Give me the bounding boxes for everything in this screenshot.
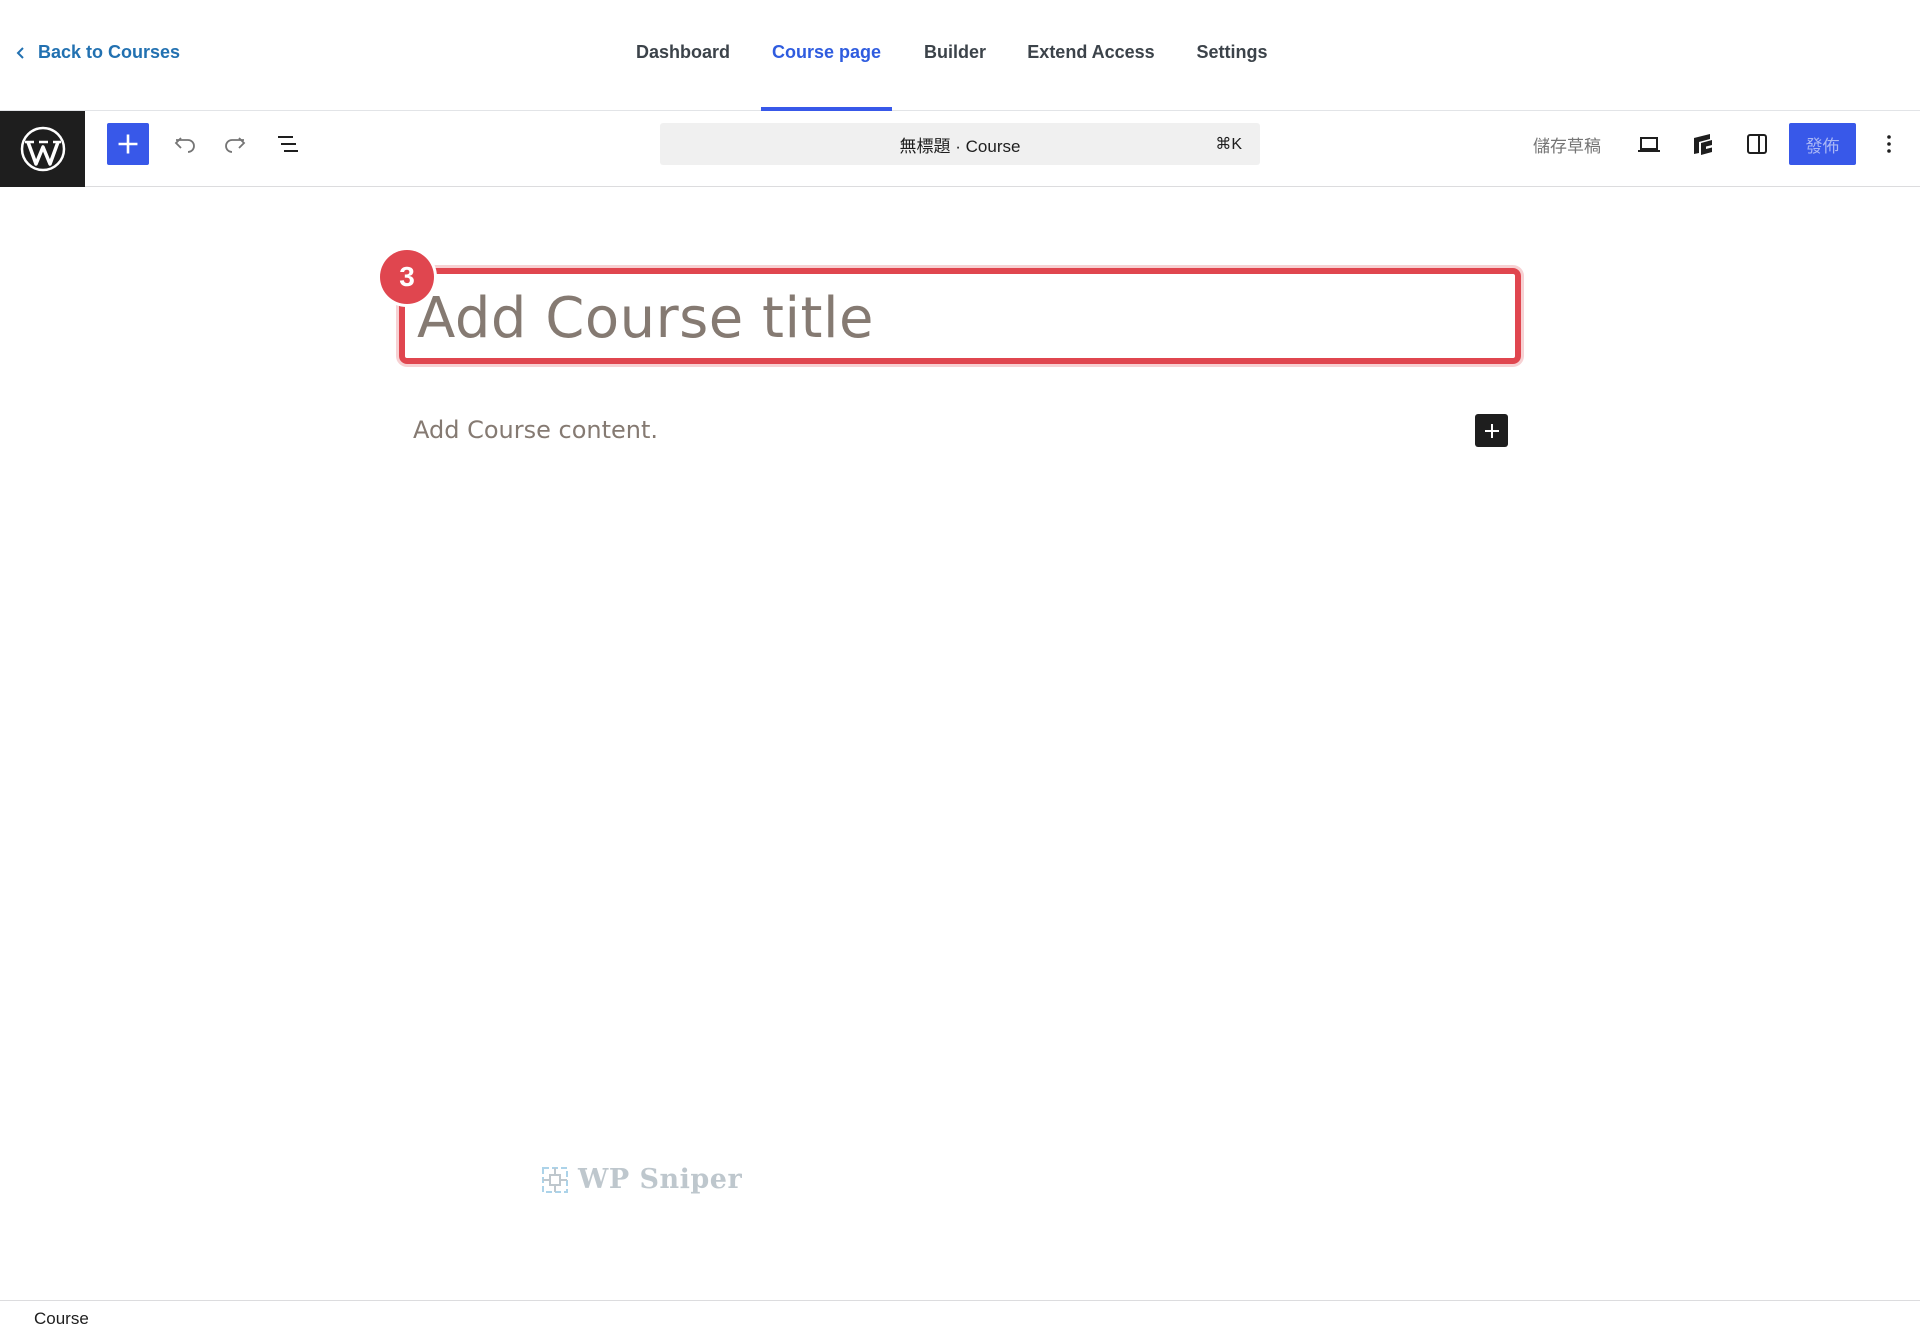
course-content-placeholder[interactable]: Add Course content. (413, 416, 1113, 452)
tab-dashboard[interactable]: Dashboard (623, 0, 743, 111)
step-number-badge: 3 (380, 250, 434, 304)
add-block-button[interactable] (1475, 414, 1508, 447)
title-highlight-box (399, 268, 1521, 364)
editor-toolbar: 無標題 · Course ⌘K 儲存草稿 發佈 (0, 111, 1920, 187)
brand-icon (1694, 134, 1712, 155)
plus-icon (118, 134, 138, 154)
options-menu-button[interactable] (1868, 123, 1910, 165)
document-title: 無標題 · Course (899, 136, 1021, 156)
redo-button[interactable] (214, 123, 256, 165)
tab-builder[interactable]: Builder (910, 0, 1000, 111)
block-editor-page: Back to Courses Dashboard Course page Bu… (0, 0, 1920, 1333)
tab-settings[interactable]: Settings (1182, 0, 1282, 111)
command-shortcut: ⌘K (1215, 136, 1242, 153)
breadcrumb[interactable]: Course (34, 1309, 89, 1329)
preview-button[interactable] (1628, 123, 1670, 165)
list-view-icon (278, 136, 298, 152)
tab-label: Settings (1196, 42, 1268, 62)
tab-extend-access[interactable]: Extend Access (1018, 0, 1164, 111)
block-inserter-toggle[interactable] (107, 123, 149, 165)
document-overview-button[interactable] (267, 123, 309, 165)
publish-button[interactable]: 發佈 (1789, 123, 1856, 165)
plus-icon (1484, 423, 1499, 438)
wordpress-logo-button[interactable] (0, 111, 85, 187)
plugin-brand-button[interactable] (1682, 123, 1724, 165)
sidebar-toggle-icon (1747, 134, 1767, 154)
course-navigation: Back to Courses Dashboard Course page Bu… (0, 0, 1920, 112)
watermark-logo-icon (542, 1166, 568, 1193)
tab-label: Dashboard (635, 42, 731, 62)
editor-footer: Course (0, 1300, 1920, 1333)
course-tabs: Dashboard Course page Builder Extend Acc… (0, 0, 1920, 112)
wordpress-logo-icon (20, 126, 65, 172)
undo-icon (174, 137, 195, 153)
tab-label: Extend Access (1027, 42, 1155, 62)
redo-icon (225, 137, 246, 153)
watermark: WP Sniper (540, 1164, 742, 1195)
tab-label: Course page (771, 42, 882, 62)
undo-button[interactable] (164, 123, 206, 165)
tab-course-page[interactable]: Course page (761, 0, 892, 112)
more-vertical-icon (1887, 135, 1891, 153)
watermark-text: WP Sniper (578, 1164, 743, 1195)
save-draft-button[interactable]: 儲存草稿 (1522, 123, 1612, 165)
document-title-bar[interactable]: 無標題 · Course ⌘K (660, 123, 1260, 165)
course-title-input[interactable] (417, 278, 1507, 358)
settings-sidebar-toggle[interactable] (1736, 123, 1778, 165)
desktop-preview-icon (1638, 137, 1660, 152)
tab-label: Builder (923, 42, 986, 62)
